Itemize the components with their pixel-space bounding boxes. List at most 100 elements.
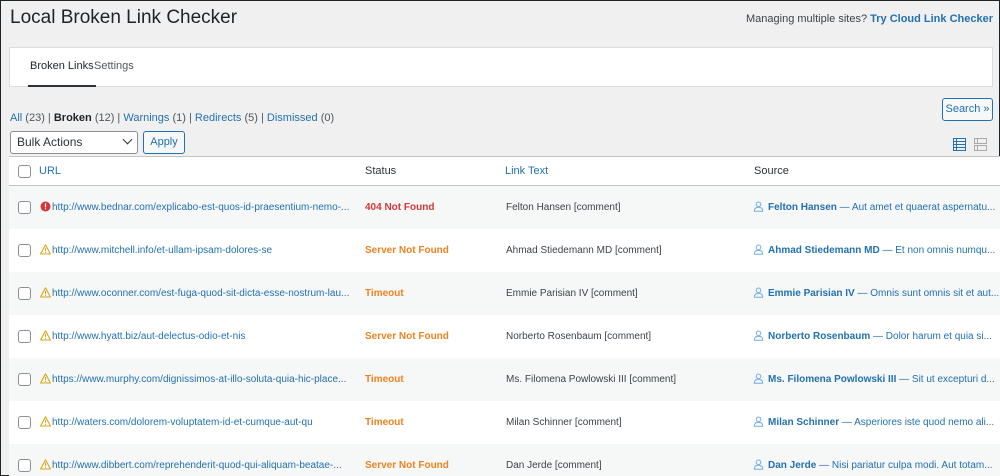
promo-text: Managing multiple sites? (746, 13, 871, 25)
warning-icon (40, 373, 51, 384)
column-link-text[interactable]: Link Text (505, 157, 548, 186)
excerpt-view-icon[interactable] (974, 138, 987, 151)
tab-bar: Broken Links Settings (9, 47, 993, 87)
link-url[interactable]: http://waters.com/dolorem-voluptatem-id-… (52, 401, 355, 444)
link-url[interactable]: http://www.dibbert.com/reprehenderit-quo… (52, 444, 355, 476)
filter-broken[interactable]: Broken (54, 112, 92, 124)
user-icon (753, 244, 764, 255)
source-author[interactable]: Ahmad Stiedemann MD (768, 245, 880, 256)
link-url[interactable]: http://www.bednar.com/explicabo-est-quos… (52, 186, 355, 229)
link-text: Norberto Rosenbaum [comment] (506, 331, 652, 342)
filter-all-count: (23) (25, 112, 45, 124)
source-link[interactable]: Ahmad Stiedemann MD — Et non omnis numqu… (768, 229, 1000, 272)
source-author[interactable]: Milan Schinner (768, 417, 839, 428)
filter-dismissed-count: (0) (320, 112, 335, 124)
row-checkbox[interactable] (18, 373, 31, 386)
row-checkbox[interactable] (18, 330, 31, 343)
cloud-link-checker-link[interactable]: Try Cloud Link Checker (870, 13, 993, 25)
column-source: Source (754, 165, 789, 177)
promo-notice: Managing multiple sites? Try Cloud Link … (746, 13, 993, 25)
filter-dismissed[interactable]: Dismissed (267, 112, 318, 124)
status-filters: All (23) | Broken (12) | Warnings (1) | … (10, 112, 335, 124)
link-text: Felton Hansen [comment] (506, 202, 621, 213)
user-icon (753, 459, 764, 470)
source-excerpt[interactable]: — Et non omnis numqu... (880, 245, 995, 256)
user-icon (753, 373, 764, 384)
link-text: Ms. Filomena Powlowski III [comment] (506, 374, 677, 385)
status-label: Server Not Found (365, 331, 449, 342)
source-link[interactable]: Felton Hansen — Aut amet et quaerat aspe… (768, 186, 1000, 229)
source-excerpt[interactable]: — Asperiores iste quod nemo ali... (839, 417, 994, 428)
user-icon (753, 201, 764, 212)
source-excerpt[interactable]: — Dolor harum et quia si... (870, 331, 992, 342)
user-icon (753, 416, 764, 427)
filter-warnings[interactable]: Warnings (123, 112, 169, 124)
source-link[interactable]: Milan Schinner — Asperiores iste quod ne… (768, 401, 1000, 444)
row-checkbox[interactable] (18, 244, 31, 257)
tab-settings[interactable]: Settings (92, 48, 136, 87)
link-url[interactable]: http://www.mitchell.info/et-ullam-ipsam-… (52, 229, 355, 272)
link-text: Ahmad Stiedemann MD [comment] (506, 245, 662, 256)
bulk-actions-select[interactable]: Bulk Actions (10, 131, 138, 154)
warning-icon (40, 287, 51, 298)
source-excerpt[interactable]: — Nisi pariatur culpa modi. Aut totam... (816, 460, 992, 471)
status-label: Timeout (365, 288, 404, 299)
table-row: http://www.hyatt.biz/aut-delectus-odio-e… (9, 315, 1000, 358)
source-link[interactable]: Emmie Parisian IV — Omnis sunt omnis sit… (768, 272, 1000, 315)
link-url[interactable]: https://www.murphy.com/dignissimos-at-il… (52, 358, 355, 401)
source-link[interactable]: Ms. Filomena Powlowski III — Sit ut exce… (768, 358, 1000, 401)
source-author[interactable]: Ms. Filomena Powlowski III (768, 374, 896, 385)
row-checkbox[interactable] (18, 287, 31, 300)
source-author[interactable]: Dan Jerde (768, 460, 816, 471)
filter-redirects[interactable]: Redirects (195, 112, 241, 124)
table-row: http://www.bednar.com/explicabo-est-quos… (9, 186, 1000, 229)
filter-all[interactable]: All (10, 112, 22, 124)
table-header: URL Status Link Text Source (9, 157, 1000, 186)
filter-broken-count: (12) (94, 112, 115, 124)
table-row: http://waters.com/dolorem-voluptatem-id-… (9, 401, 1000, 444)
source-link[interactable]: Dan Jerde — Nisi pariatur culpa modi. Au… (768, 444, 1000, 476)
select-all-checkbox[interactable] (18, 165, 31, 178)
header: Local Broken Link Checker Managing multi… (1, 1, 999, 43)
warning-icon (40, 244, 51, 255)
row-checkbox[interactable] (18, 459, 31, 472)
filter-redirects-count: (5) (244, 112, 258, 124)
row-checkbox[interactable] (18, 416, 31, 429)
search-button[interactable]: Search » (942, 98, 993, 121)
source-excerpt[interactable]: — Omnis sunt omnis sit et aut... (855, 288, 999, 299)
source-excerpt[interactable]: — Sit ut excepturi d... (896, 374, 995, 385)
status-label: Server Not Found (365, 460, 449, 471)
page-title: Local Broken Link Checker (10, 7, 238, 28)
user-icon (753, 330, 764, 341)
source-excerpt[interactable]: — Aut amet et quaerat aspernatu... (837, 202, 996, 213)
column-url[interactable]: URL (39, 157, 61, 186)
table-row: http://www.mitchell.info/et-ullam-ipsam-… (9, 229, 1000, 272)
link-text: Milan Schinner [comment] (506, 417, 622, 428)
status-label: Timeout (365, 374, 404, 385)
table-row: http://www.oconner.com/est-fuga-quod-sit… (9, 272, 1000, 315)
broken-links-table: URL Status Link Text Source http://www.b… (9, 156, 1000, 476)
link-url[interactable]: http://www.oconner.com/est-fuga-quod-sit… (52, 272, 355, 315)
link-url[interactable]: http://www.hyatt.biz/aut-delectus-odio-e… (52, 315, 355, 358)
source-author[interactable]: Felton Hansen (768, 202, 837, 213)
status-label: Server Not Found (365, 245, 449, 256)
link-text: Emmie Parisian IV [comment] (506, 288, 638, 299)
warning-icon (40, 330, 51, 341)
table-row: https://www.murphy.com/dignissimos-at-il… (9, 358, 1000, 401)
table-row: http://www.dibbert.com/reprehenderit-quo… (9, 444, 1000, 476)
tab-broken-links[interactable]: Broken Links (28, 48, 96, 87)
link-text: Dan Jerde [comment] (506, 460, 602, 471)
warning-icon (40, 416, 51, 427)
list-view-icon[interactable] (953, 138, 966, 151)
error-icon (40, 201, 51, 212)
user-icon (753, 287, 764, 298)
apply-button[interactable]: Apply (143, 131, 185, 154)
source-link[interactable]: Norberto Rosenbaum — Dolor harum et quia… (768, 315, 1000, 358)
chevron-down-icon (122, 134, 133, 145)
column-status: Status (365, 165, 397, 177)
row-checkbox[interactable] (18, 201, 31, 214)
warning-icon (40, 459, 51, 470)
status-label: Timeout (365, 417, 404, 428)
source-author[interactable]: Emmie Parisian IV (768, 288, 855, 299)
source-author[interactable]: Norberto Rosenbaum (768, 331, 870, 342)
